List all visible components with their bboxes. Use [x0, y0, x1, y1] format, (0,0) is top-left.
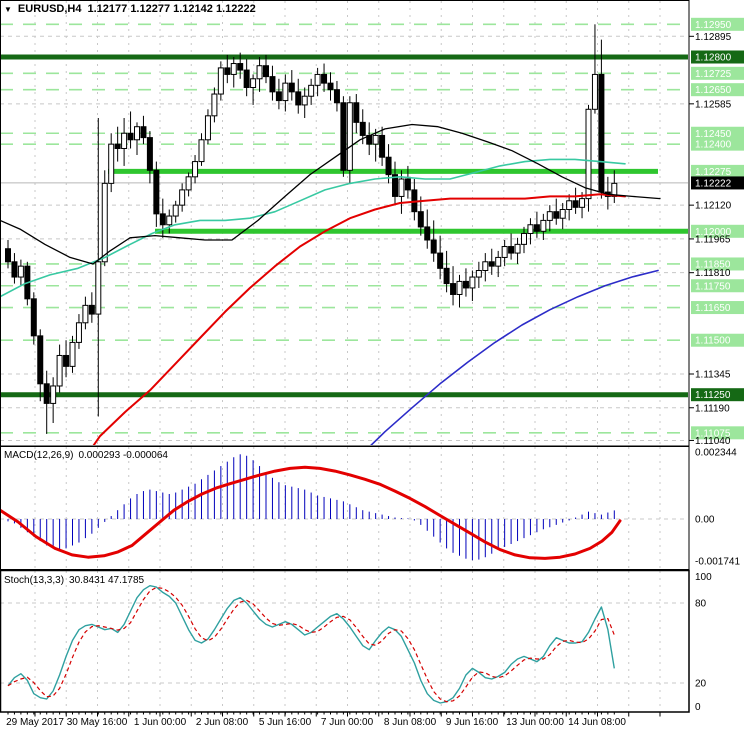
price-label: 1.12800 [695, 53, 732, 64]
price-label: 1.12585 [695, 99, 732, 110]
ohlc-values: 1.12177 1.12277 1.12142 1.12222 [87, 3, 256, 15]
time-label: 8 Jun 08:00 [384, 717, 437, 728]
price-label: 80 [695, 599, 707, 610]
price-label: 0.00 [695, 515, 715, 526]
price-label: 1.11345 [695, 369, 731, 380]
macd-label: MACD(12,26,9) 0.000293 -0.000064 [4, 450, 173, 461]
price-label: 1.11190 [695, 403, 730, 414]
stoch-name: Stoch(13,3,3) [4, 575, 65, 586]
price-label: -0.001741 [695, 557, 740, 568]
price-label: 1.12650 [695, 85, 732, 96]
chart-canvas: 1.129501.12895 1.12800 1.12725 1.12650 1.125… [0, 0, 746, 731]
candle-bull [101, 170, 108, 267]
time-label: 30 May 16:00 [67, 717, 128, 728]
price-label: 1.11810 [695, 268, 731, 279]
price-label: 20 [695, 679, 707, 690]
price-label: 1.12895 [695, 32, 732, 43]
price-label: 1.11965 [695, 234, 731, 245]
price-label: 1.11750 [695, 281, 731, 292]
macd-name: MACD(12,26,9) [4, 450, 74, 461]
time-label: 5 Jun 16:00 [259, 717, 312, 728]
price-label: 0 [695, 702, 701, 713]
price-label: 1.12222 [695, 178, 732, 189]
time-label: 7 Jun 00:00 [321, 717, 374, 728]
price-label: 1.11040 [695, 436, 731, 447]
price-label: 0.002344 [695, 448, 737, 459]
time-label: 13 Jun 00:00 [506, 717, 564, 728]
stoch-label: Stoch(13,3,3) 30.8431 47.1785 [4, 575, 149, 586]
chart-background [0, 0, 746, 731]
symbol-dropdown-icon[interactable]: ▼ [4, 5, 12, 14]
price-label: 1.12120 [695, 201, 732, 212]
chart-window: 1.12950 1.12895 1.12800 1.12725 1.12650 1.125… [0, 0, 746, 731]
chart-title: ▼ EURUSD,H4 1.12177 1.12277 1.12142 1.12… [4, 3, 256, 15]
time-label: 2 Jun 08:00 [196, 717, 249, 728]
macd-values: 0.000293 -0.000064 [78, 450, 168, 461]
time-label: 29 May 2017 [6, 717, 64, 728]
candle-bull [346, 96, 353, 184]
price-label: 1.12725 [695, 69, 732, 80]
time-label: 9 Jun 16:00 [446, 717, 499, 728]
time-label: 14 Jun 08:00 [568, 717, 626, 728]
price-label: 100 [695, 572, 712, 583]
candle-bear [340, 96, 347, 177]
price-label: 1.11250 [695, 390, 731, 401]
price-label: 1.11650 [695, 303, 731, 314]
symbol-timeframe-label: EURUSD,H4 [17, 3, 82, 15]
price-label: 1.12275 [695, 167, 732, 178]
price-label: 1.12950 [695, 20, 732, 31]
price-label: 1.12400 [695, 140, 732, 151]
price-label: 1.11500 [695, 336, 731, 347]
stoch-values: 30.8431 47.1785 [69, 575, 145, 586]
time-label: 1 Jun 00:00 [134, 717, 187, 728]
